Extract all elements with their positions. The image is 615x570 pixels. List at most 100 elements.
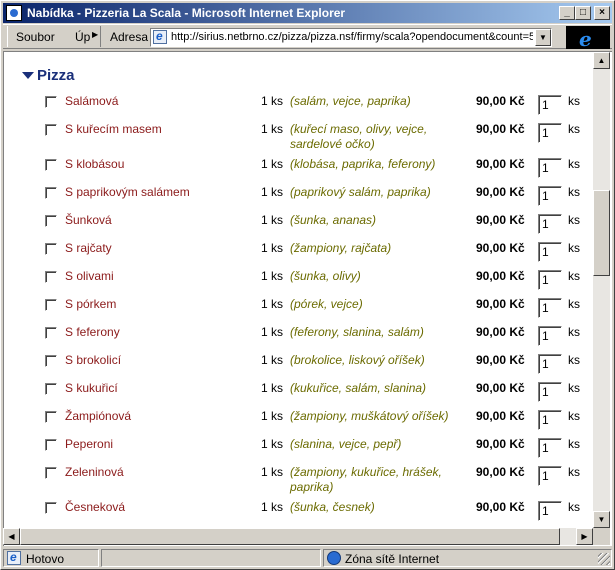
item-qty: 1 ks xyxy=(261,94,284,108)
quantity-input[interactable]: 1 xyxy=(538,382,562,402)
menu-upravy[interactable]: Úp xyxy=(75,30,90,44)
quantity-input[interactable]: 1 xyxy=(538,298,562,318)
list-item: S klobásou 1 ks (klobása, paprika, feferon… xyxy=(4,155,604,183)
item-unit: ks xyxy=(568,94,580,108)
address-dropdown-button[interactable]: ▼ xyxy=(535,29,551,46)
item-price: 90,00 Kč xyxy=(476,94,525,108)
item-qty: 1 ks xyxy=(261,500,284,514)
item-checkbox[interactable] xyxy=(45,187,57,199)
quantity-input[interactable]: 1 xyxy=(538,501,562,521)
collapse-triangle-icon[interactable] xyxy=(22,72,34,79)
item-price: 90,00 Kč xyxy=(476,437,525,451)
list-item: Česneková 1 ks (šunka, česnek) 90,00 Kč 1 ks xyxy=(4,498,604,526)
menu-soubor[interactable]: Soubor xyxy=(16,30,55,44)
item-price: 90,00 Kč xyxy=(476,325,525,339)
item-unit: ks xyxy=(568,353,580,367)
item-description: (šunka, česnek) xyxy=(290,500,375,514)
ie-app-icon[interactable] xyxy=(6,5,22,21)
item-checkbox[interactable] xyxy=(45,355,57,367)
item-qty: 1 ks xyxy=(261,185,284,199)
item-checkbox[interactable] xyxy=(45,467,57,479)
quantity-input[interactable]: 1 xyxy=(538,270,562,290)
scroll-down-button[interactable]: ▼ xyxy=(593,511,610,528)
item-qty: 1 ks xyxy=(261,465,284,479)
quantity-input[interactable]: 1 xyxy=(538,354,562,374)
item-description: (žampiony, rajčata) xyxy=(290,241,392,255)
item-checkbox[interactable] xyxy=(45,299,57,311)
scroll-left-button[interactable]: ◀ xyxy=(3,528,20,545)
item-checkbox[interactable] xyxy=(45,271,57,283)
item-qty: 1 ks xyxy=(261,269,284,283)
list-item: S rajčaty 1 ks (žampiony, rajčata) 90,00 Kč… xyxy=(4,239,604,267)
vertical-scrollbar[interactable]: ▲ ▼ xyxy=(593,52,610,528)
quantity-input[interactable]: 1 xyxy=(538,410,562,430)
item-checkbox[interactable] xyxy=(45,383,57,395)
item-unit: ks xyxy=(568,157,580,171)
menu-more-arrow-icon[interactable]: ▶ xyxy=(92,30,98,39)
quantity-input[interactable]: 1 xyxy=(538,214,562,234)
item-description: (žampiony, kukuřice, hrášek, paprika) xyxy=(290,465,442,494)
item-checkbox[interactable] xyxy=(45,96,57,108)
page-status-icon xyxy=(7,550,21,565)
item-name: S pórkem xyxy=(65,297,117,311)
status-text: Hotovo xyxy=(26,552,65,566)
address-url[interactable]: http://sirius.netbrno.cz/pizza/pizza.nsf… xyxy=(171,31,533,43)
quantity-input[interactable]: 1 xyxy=(538,95,562,115)
horizontal-scrollbar[interactable]: ◀ ▶ xyxy=(3,528,593,545)
item-checkbox[interactable] xyxy=(45,159,57,171)
item-checkbox[interactable] xyxy=(45,327,57,339)
horizontal-scroll-thumb[interactable] xyxy=(20,528,560,545)
item-qty: 1 ks xyxy=(261,409,284,423)
item-price: 90,00 Kč xyxy=(476,241,525,255)
vertical-scroll-thumb[interactable] xyxy=(593,190,610,276)
item-description: (klobása, paprika, feferony) xyxy=(290,157,436,171)
item-name: S kuřecím masem xyxy=(65,122,162,136)
item-name: Žampiónová xyxy=(65,409,132,423)
item-name: Šunková xyxy=(65,213,112,227)
title-bar[interactable]: Nabídka - Pizzeria La Scala - Microsoft … xyxy=(3,3,612,23)
item-unit: ks xyxy=(568,500,580,514)
quantity-input[interactable]: 1 xyxy=(538,438,562,458)
item-description: (šunka, ananas) xyxy=(290,213,377,227)
item-unit: ks xyxy=(568,437,580,451)
quantity-input[interactable]: 1 xyxy=(538,466,562,486)
list-item: Peperoni 1 ks (slanina, vejce, pepř) 90,00 … xyxy=(4,435,604,463)
item-checkbox[interactable] xyxy=(45,215,57,227)
section-title[interactable]: Pizza xyxy=(37,67,75,84)
quantity-input[interactable]: 1 xyxy=(538,158,562,178)
item-name: S olivami xyxy=(65,269,114,283)
item-description: (šunka, olivy) xyxy=(290,269,361,283)
toolbar: Soubor Úp ▶ Adresa http://sirius.netbrno… xyxy=(3,24,612,51)
item-checkbox[interactable] xyxy=(45,439,57,451)
quantity-input[interactable]: 1 xyxy=(538,123,562,143)
address-bar[interactable]: http://sirius.netbrno.cz/pizza/pizza.nsf… xyxy=(150,28,552,47)
quantity-input[interactable]: 1 xyxy=(538,242,562,262)
item-description: (žampiony, muškátový oříšek) xyxy=(290,409,449,423)
item-price: 90,00 Kč xyxy=(476,122,525,136)
scroll-up-button[interactable]: ▲ xyxy=(593,52,610,69)
item-checkbox[interactable] xyxy=(45,124,57,136)
item-checkbox[interactable] xyxy=(45,411,57,423)
scroll-right-button[interactable]: ▶ xyxy=(576,528,593,545)
resize-grip[interactable] xyxy=(598,553,610,565)
item-qty: 1 ks xyxy=(261,325,284,339)
item-price: 90,00 Kč xyxy=(476,409,525,423)
browser-window: Nabídka - Pizzeria La Scala - Microsoft … xyxy=(0,0,615,570)
maximize-button[interactable]: □ xyxy=(575,6,591,20)
item-name: Salámová xyxy=(65,94,119,108)
item-unit: ks xyxy=(568,213,580,227)
quantity-input[interactable]: 1 xyxy=(538,326,562,346)
quantity-input[interactable]: 1 xyxy=(538,186,562,206)
item-unit: ks xyxy=(568,297,580,311)
item-checkbox[interactable] xyxy=(45,243,57,255)
item-name: S feferony xyxy=(65,325,120,339)
close-button[interactable]: × xyxy=(594,6,610,20)
minimize-button[interactable]: _ xyxy=(559,6,575,20)
list-item: S kuřecím masem 1 ks (kuřecí maso, olivy, … xyxy=(4,120,604,151)
item-checkbox[interactable] xyxy=(45,502,57,514)
window-title: Nabídka - Pizzeria La Scala - Microsoft … xyxy=(27,6,346,20)
item-price: 90,00 Kč xyxy=(476,353,525,367)
item-qty: 1 ks xyxy=(261,381,284,395)
item-qty: 1 ks xyxy=(261,122,284,136)
list-item: S paprikovým salámem 1 ks (paprikový salám… xyxy=(4,183,604,211)
